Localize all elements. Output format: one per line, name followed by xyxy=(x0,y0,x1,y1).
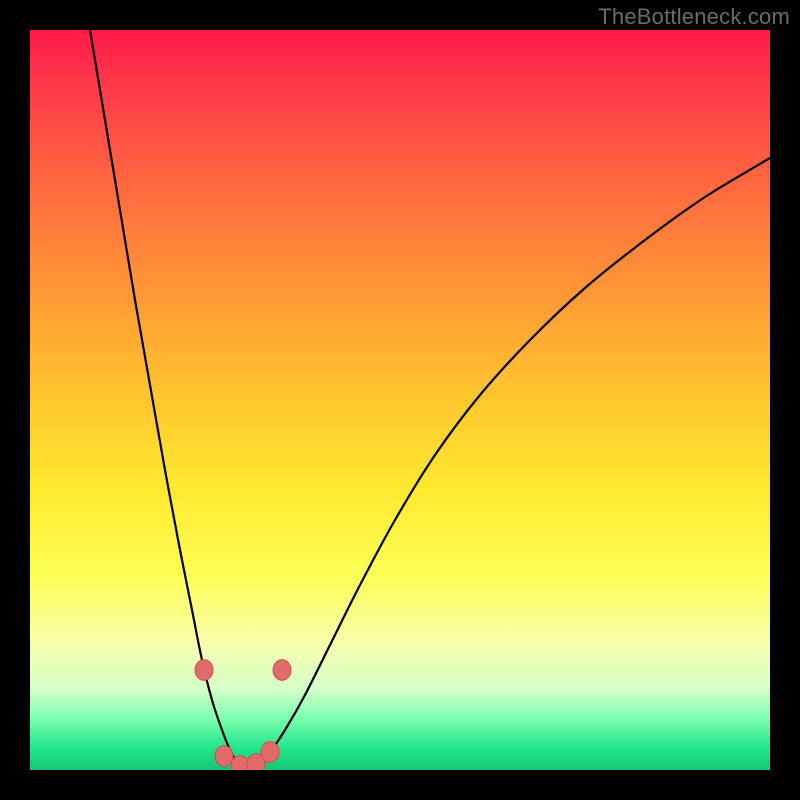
curve-left-branch xyxy=(90,30,238,765)
curve-right-branch xyxy=(258,158,770,765)
curve-marker xyxy=(195,660,213,681)
curve-markers xyxy=(195,660,291,770)
curve-marker xyxy=(273,660,291,681)
watermark-text: TheBottleneck.com xyxy=(598,4,790,30)
plot-area xyxy=(30,30,770,770)
curve-marker xyxy=(261,742,279,763)
bottleneck-curve xyxy=(30,30,770,770)
chart-frame: TheBottleneck.com xyxy=(0,0,800,800)
curve-marker xyxy=(215,746,233,767)
